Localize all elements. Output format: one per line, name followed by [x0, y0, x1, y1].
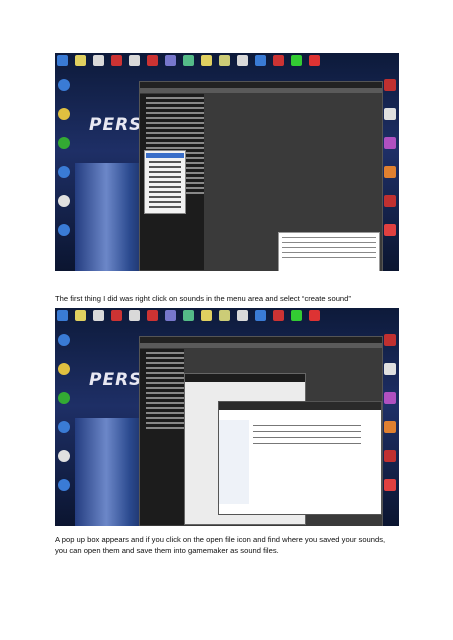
app-icon: [58, 363, 70, 375]
window-menubar: [140, 343, 382, 348]
app-icon: [219, 55, 230, 66]
caption-step-one: The first thing I did was right click on…: [55, 294, 351, 303]
browser-icon: [57, 55, 68, 66]
app-icon: [58, 166, 70, 178]
app-icon: [58, 137, 70, 149]
app-icon: [58, 421, 70, 433]
app-icon: [309, 310, 320, 321]
desktop-right-icons: [382, 334, 398, 526]
folder-icon: [201, 310, 212, 321]
desktop-logo: PERS: [89, 370, 143, 390]
gamemaker-window: [139, 336, 383, 526]
caption-line-2: you can open them and save them into gam…: [55, 546, 279, 555]
app-icon: [384, 392, 396, 404]
dialog-titlebar: [185, 374, 305, 382]
open-file-dialog: [218, 401, 382, 515]
file-icon: [129, 310, 140, 321]
context-menu[interactable]: [144, 150, 186, 214]
file-icon: [237, 310, 248, 321]
screenshot-create-sound: PERS: [55, 53, 399, 271]
folder-sidebar[interactable]: [219, 420, 249, 504]
app-icon: [183, 55, 194, 66]
app-icon: [384, 421, 396, 433]
screenshot-open-sound-file: PERS: [55, 308, 399, 526]
app-icon: [147, 55, 158, 66]
window-menubar: [140, 88, 382, 93]
browser-icon: [57, 310, 68, 321]
desktop-left-icons: [56, 79, 72, 271]
app-icon: [111, 310, 122, 321]
caption-step-two: A pop up box appears and if you click on…: [55, 534, 400, 556]
folder-icon: [75, 55, 86, 66]
file-list[interactable]: [253, 420, 361, 449]
app-icon: [165, 310, 176, 321]
app-icon: [273, 310, 284, 321]
app-icon: [58, 79, 70, 91]
app-icon: [384, 363, 396, 375]
app-icon: [58, 392, 70, 404]
create-sound-menu-item[interactable]: [146, 153, 184, 158]
open-dialog-titlebar: [219, 402, 381, 410]
app-icon: [384, 479, 396, 491]
desktop-top-icons: [55, 53, 399, 81]
desktop-logo: PERS: [89, 115, 143, 135]
desktop-right-icons: [382, 79, 398, 271]
app-icon: [58, 334, 70, 346]
file-icon: [93, 310, 104, 321]
app-icon: [58, 195, 70, 207]
app-icon: [111, 55, 122, 66]
folder-icon: [75, 310, 86, 321]
app-icon: [58, 450, 70, 462]
app-icon: [165, 55, 176, 66]
file-icon: [129, 55, 140, 66]
app-icon: [58, 108, 70, 120]
app-icon: [384, 334, 396, 346]
app-icon: [58, 479, 70, 491]
app-icon: [384, 195, 396, 207]
resource-tree[interactable]: [140, 349, 184, 525]
output-console: [278, 232, 380, 271]
desktop-top-icons: [55, 308, 399, 336]
desktop-left-icons: [56, 334, 72, 526]
file-icon: [237, 55, 248, 66]
app-icon: [58, 224, 70, 236]
caption-line-1: A pop up box appears and if you click on…: [55, 535, 386, 544]
app-icon: [384, 108, 396, 120]
app-icon: [219, 310, 230, 321]
app-icon: [291, 310, 302, 321]
app-icon: [147, 310, 158, 321]
app-icon: [183, 310, 194, 321]
app-icon: [384, 224, 396, 236]
app-icon: [255, 310, 266, 321]
app-icon: [384, 450, 396, 462]
gamemaker-window: [139, 81, 383, 271]
app-icon: [309, 55, 320, 66]
app-icon: [273, 55, 284, 66]
app-icon: [291, 55, 302, 66]
folder-icon: [201, 55, 212, 66]
app-icon: [384, 79, 396, 91]
file-icon: [93, 55, 104, 66]
app-icon: [384, 166, 396, 178]
app-icon: [384, 137, 396, 149]
app-icon: [255, 55, 266, 66]
